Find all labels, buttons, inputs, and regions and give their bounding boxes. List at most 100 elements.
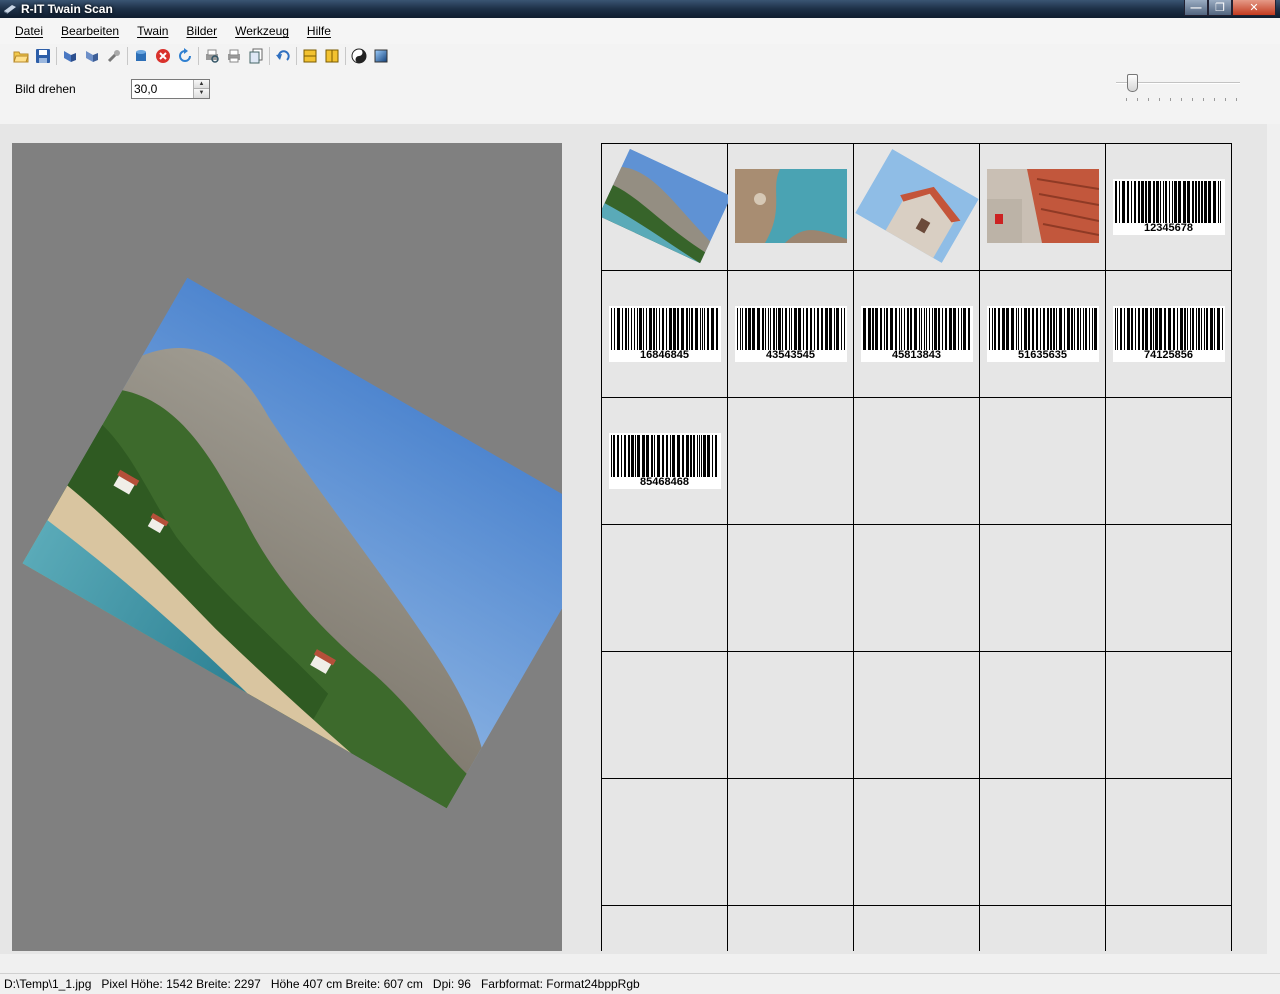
thumbnail-cell[interactable] [980, 525, 1106, 652]
thumbnail-cell[interactable] [602, 652, 728, 779]
thumbnail-cell[interactable] [1106, 652, 1232, 779]
menu-bilder[interactable]: Bilder [177, 24, 226, 38]
menu-werkzeug[interactable]: Werkzeug [226, 24, 298, 38]
menu-datei[interactable]: Datei [6, 24, 52, 38]
thumbnail-cell[interactable] [854, 144, 980, 271]
spin-up-button[interactable]: ▲ [193, 80, 209, 89]
printer-preview-icon [206, 49, 219, 63]
scan-button[interactable] [59, 45, 81, 67]
thumbnail-cell[interactable] [728, 525, 854, 652]
minimize-button[interactable]: — [1184, 0, 1208, 16]
status-path: D:\Temp\1_1.jpg [4, 977, 92, 991]
fit-width-icon [303, 49, 317, 63]
rotate-input[interactable] [133, 81, 191, 97]
thumbnail-cell[interactable] [1106, 398, 1232, 525]
close-icon: ✕ [1249, 2, 1259, 14]
thumbnail-cell[interactable] [980, 906, 1106, 951]
thumbnail-cell[interactable] [980, 398, 1106, 525]
fit-height-button[interactable] [321, 45, 343, 67]
open-folder-icon [13, 51, 29, 63]
status-bar: D:\Temp\1_1.jpg Pixel Höhe: 1542 Breite:… [0, 973, 1280, 994]
slider-thumb[interactable] [1127, 74, 1138, 92]
thumbnail-cell[interactable]: 51635635 [980, 271, 1106, 398]
options-bar: Bild drehen ▲ ▼ [0, 68, 1280, 124]
status-size: Höhe 407 cm Breite: 607 cm [270, 977, 423, 991]
save-icon [36, 49, 50, 63]
thumbnail-cell[interactable] [728, 652, 854, 779]
close-button[interactable]: ✕ [1232, 0, 1276, 16]
thumbnail-cell[interactable]: 74125856 [1106, 271, 1232, 398]
toolbar [0, 44, 1280, 68]
thumbnail-cell[interactable] [602, 144, 731, 271]
refresh-button[interactable] [174, 45, 196, 67]
thumbnail-cell[interactable] [854, 779, 980, 906]
scan-alt-button[interactable] [81, 45, 103, 67]
thumbnail-cell[interactable] [854, 398, 980, 525]
thumbnail-cell[interactable] [728, 906, 854, 951]
thumbnail-cell[interactable] [602, 525, 728, 652]
zoom-slider[interactable] [1112, 72, 1242, 102]
thumbnail-cell[interactable] [1106, 525, 1232, 652]
rotate-spinbox[interactable]: ▲ ▼ [131, 79, 210, 99]
thumbnail-cell[interactable]: 43543545 [728, 271, 854, 398]
refresh-icon [179, 48, 191, 62]
thumbnail-cell[interactable] [1106, 906, 1232, 951]
database-button[interactable] [130, 45, 152, 67]
undo-button[interactable] [272, 45, 294, 67]
minimize-icon: — [1190, 1, 1202, 14]
thumbnail-cell[interactable] [728, 779, 854, 906]
print-button[interactable] [223, 45, 245, 67]
thumbnail-cell[interactable] [1106, 779, 1232, 906]
arrow-up-icon: ▲ [198, 81, 205, 87]
cylinder-icon [136, 50, 146, 61]
thumbnail-cell[interactable] [728, 398, 854, 525]
barcode-number: 85468468 [640, 476, 689, 488]
balance-button[interactable] [348, 45, 370, 67]
thumbnail-cell[interactable] [854, 652, 980, 779]
save-button[interactable] [32, 45, 54, 67]
thumbnail-cell[interactable] [980, 144, 1106, 271]
menu-hilfe[interactable]: Hilfe [298, 24, 340, 38]
image-preview[interactable] [12, 143, 562, 951]
spin-down-button[interactable]: ▼ [193, 89, 209, 98]
thumbnail-cell[interactable]: 85468468 [602, 398, 728, 525]
barcode-image: 51635635 [986, 306, 1099, 362]
multi-page-button[interactable] [245, 45, 267, 67]
restore-button[interactable]: ❐ [1208, 0, 1232, 16]
menu-twain[interactable]: Twain [128, 24, 177, 38]
rotate-label: Bild drehen [15, 82, 76, 96]
stop-button[interactable] [152, 45, 174, 67]
barcode-image: 85468468 [608, 433, 721, 489]
window-controls: — ❐ ✕ [1184, 0, 1276, 16]
thumbnail-grid: 12345678 16846845 43543545 45813843 51635635… [601, 143, 1232, 951]
thumbnail-cell[interactable]: 45813843 [854, 271, 980, 398]
thumbnail-cell[interactable]: 16846845 [602, 271, 728, 398]
color-button[interactable] [370, 45, 392, 67]
thumbnail-cell[interactable] [854, 906, 980, 951]
title-bar[interactable]: R-IT Twain Scan — ❐ ✕ [0, 0, 1280, 18]
thumbnail-cell[interactable] [602, 906, 728, 951]
photo-sea-rocks [734, 168, 847, 246]
barcode-image: 74125856 [1112, 306, 1225, 362]
thumbnail-cell[interactable] [728, 144, 854, 271]
gradient-icon [374, 49, 388, 63]
thumbnail-cell[interactable] [980, 652, 1106, 779]
toolbar-separator [127, 47, 128, 65]
tool-button[interactable] [103, 45, 125, 67]
open-button[interactable] [10, 45, 32, 67]
menu-bearbeiten[interactable]: Bearbeiten [52, 24, 128, 38]
fit-width-button[interactable] [299, 45, 321, 67]
printer-icon [228, 49, 240, 63]
restore-icon: ❐ [1215, 2, 1225, 14]
vertical-scrollbar[interactable] [1267, 124, 1280, 954]
toolbar-separator [198, 47, 199, 65]
thumbnail-cell[interactable]: 12345678 [1106, 144, 1232, 271]
print-preview-button[interactable] [201, 45, 223, 67]
barcode-number: 12345678 [1144, 222, 1193, 234]
thumbnail-cell[interactable] [980, 779, 1106, 906]
thumbnail-cell[interactable] [854, 525, 980, 652]
thumbnail-cell[interactable] [602, 779, 728, 906]
barcode-number: 45813843 [892, 349, 941, 361]
toolbar-separator [345, 47, 346, 65]
barcode-image: 45813843 [860, 306, 973, 362]
